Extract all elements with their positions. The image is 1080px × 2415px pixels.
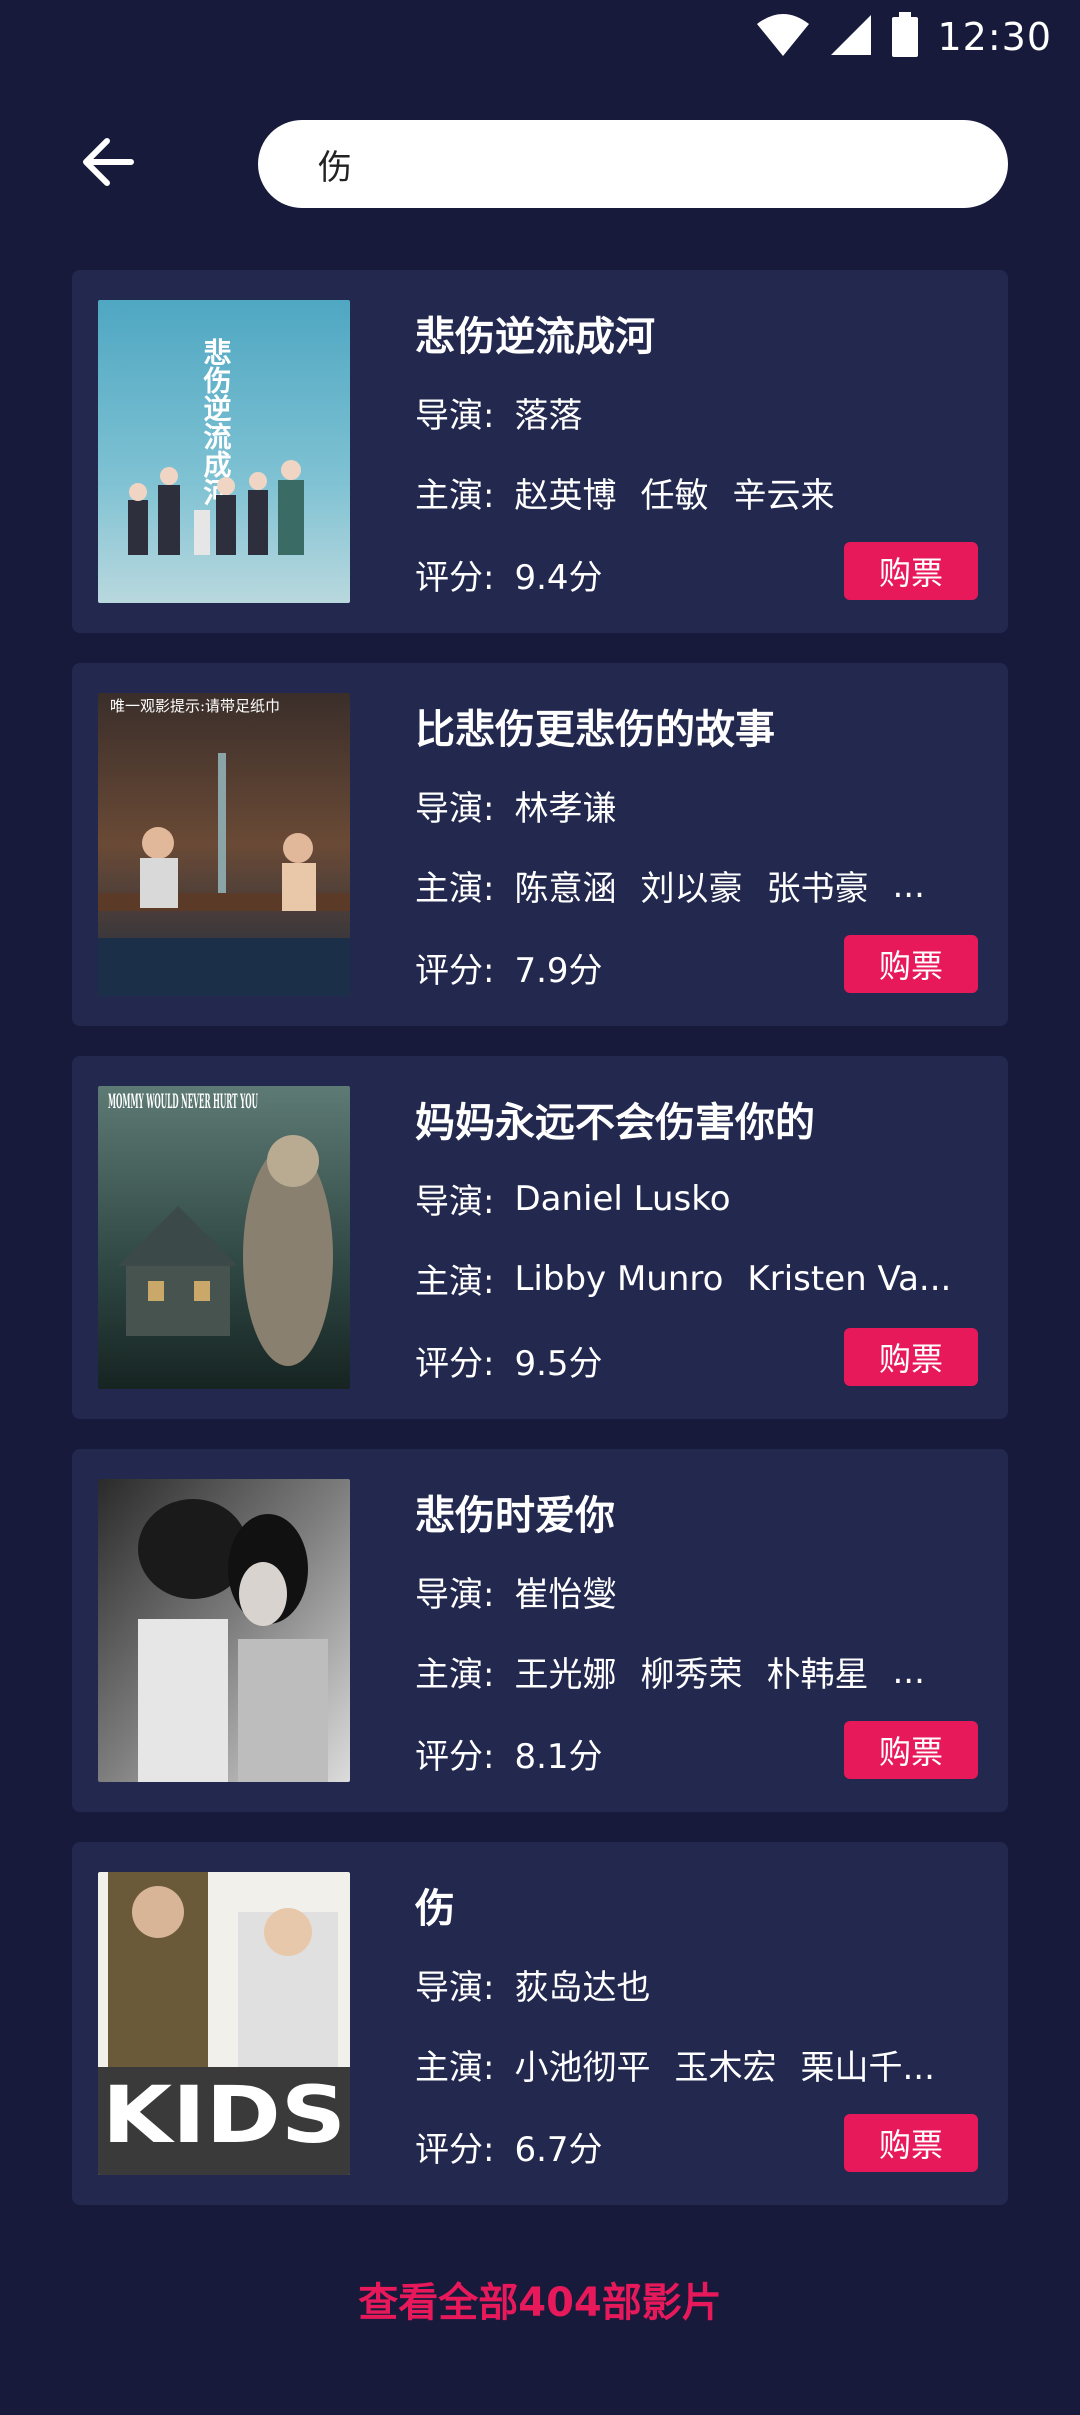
rating-row: 评分: 9.5分 (415, 1336, 603, 1385)
movie-poster[interactable]: 唯一观影提示:请带足纸巾 (98, 693, 350, 996)
director-row: 导演: 林孝谦 (415, 781, 616, 830)
actor-name: 朴韩星 (766, 1655, 869, 1695)
director-name: Daniel Lusko (514, 1178, 731, 1219)
director-row: 导演: 崔怡燮 (415, 1567, 616, 1616)
rating-label: 评分: (415, 558, 495, 598)
director-label: 导演: (415, 1182, 495, 1222)
poster-2-tagline: 唯一观影提示:请带足纸巾 (110, 697, 280, 715)
movie-poster[interactable] (98, 1479, 350, 1782)
rating-value: 8.1分 (514, 1737, 603, 1777)
cast-row: 主演: 小池彻平 玉木宏 栗山千... (415, 2040, 985, 2089)
movie-card[interactable]: 悲伤时爱你 导演: 崔怡燮 主演: 王光娜 柳秀荣 朴韩星 ... 评分: 8.… (72, 1449, 1008, 1812)
director-row: 导演: 落落 (415, 388, 582, 437)
director-row: 导演: Daniel Lusko (415, 1174, 731, 1223)
cast-row: 主演: Libby Munro Kristen Va... (415, 1254, 985, 1303)
actor-name: 刘以豪 (640, 869, 743, 909)
actor-name: 张书豪 (766, 869, 869, 909)
director-row: 导演: 荻岛达也 (415, 1960, 650, 2009)
header (0, 118, 1080, 210)
actor-name: 栗山千... (800, 2048, 935, 2088)
rating-row: 评分: 7.9分 (415, 943, 603, 992)
movie-card[interactable]: 悲伤逆流成河 悲伤逆流成河 导演: 落落 主演: 赵英博 任敏 辛云来 评分: … (72, 270, 1008, 633)
actor-name: 王光娜 (514, 1655, 617, 1695)
director-name: 崔怡燮 (514, 1575, 617, 1615)
rating-row: 评分: 9.4分 (415, 550, 603, 599)
cast-label: 主演: (415, 2048, 495, 2088)
cast-label: 主演: (415, 1655, 495, 1695)
movie-poster[interactable]: 悲伤逆流成河 (98, 300, 350, 603)
actor-name: 小池彻平 (514, 2048, 651, 2088)
director-name: 荻岛达也 (514, 1968, 651, 2008)
movie-list: 悲伤逆流成河 悲伤逆流成河 导演: 落落 主演: 赵英博 任敏 辛云来 评分: … (72, 270, 1008, 2235)
actor-name: 任敏 (640, 476, 709, 516)
rating-label: 评分: (415, 2130, 495, 2170)
actor-name: 柳秀荣 (640, 1655, 743, 1695)
movie-title[interactable]: 妈妈永远不会伤害你的 (415, 1090, 815, 1148)
actor-name: 玉木宏 (674, 2048, 777, 2088)
movie-title[interactable]: 悲伤时爱你 (415, 1483, 615, 1541)
back-button[interactable] (70, 134, 146, 194)
cast-more: ... (892, 865, 925, 906)
battery-icon (891, 12, 919, 62)
director-label: 导演: (415, 1575, 495, 1615)
cast-label: 主演: (415, 869, 495, 909)
cast-row: 主演: 王光娜 柳秀荣 朴韩星 ... (415, 1647, 985, 1696)
movie-title[interactable]: 比悲伤更悲伤的故事 (415, 697, 775, 755)
cast-label: 主演: (415, 476, 495, 516)
director-label: 导演: (415, 1968, 495, 2008)
movie-poster[interactable]: MOMMY WOULD NEVER HURT YOU (98, 1086, 350, 1389)
poster-5-title: KIDS (102, 2071, 346, 2161)
cast-row: 主演: 陈意涵 刘以豪 张书豪 ... (415, 861, 985, 910)
director-label: 导演: (415, 789, 495, 829)
status-icons: 12:30 (755, 0, 1080, 74)
rating-label: 评分: (415, 1344, 495, 1384)
signal-icon (829, 13, 873, 61)
buy-ticket-button[interactable]: 购票 (844, 2114, 978, 2172)
movie-card[interactable]: 唯一观影提示:请带足纸巾 比悲伤更悲伤的故事 导演: 林孝谦 主演: 陈意涵 刘… (72, 663, 1008, 1026)
director-name: 落落 (514, 396, 583, 436)
status-time: 12:30 (937, 15, 1052, 59)
view-all-movies-link[interactable]: 查看全部404部影片 (0, 2270, 1080, 2328)
movie-poster[interactable]: KIDS (98, 1872, 350, 2175)
search-input[interactable] (318, 144, 938, 184)
rating-value: 7.9分 (514, 951, 603, 991)
actor-name: 赵英博 (514, 476, 617, 516)
search-box[interactable] (258, 120, 1008, 208)
poster-3-title: MOMMY WOULD NEVER HURT YOU (108, 1089, 258, 1113)
buy-ticket-button[interactable]: 购票 (844, 542, 978, 600)
buy-ticket-button[interactable]: 购票 (844, 935, 978, 993)
rating-value: 6.7分 (514, 2130, 603, 2170)
cast-label: 主演: (415, 1262, 495, 1302)
cast-more: ... (892, 1651, 925, 1692)
rating-row: 评分: 6.7分 (415, 2122, 603, 2171)
movie-card[interactable]: KIDS 伤 导演: 荻岛达也 主演: 小池彻平 玉木宏 栗山千... 评分: … (72, 1842, 1008, 2205)
cast-row: 主演: 赵英博 任敏 辛云来 (415, 468, 985, 517)
status-bar: 12:30 (0, 0, 1080, 74)
movie-card[interactable]: MOMMY WOULD NEVER HURT YOU 妈妈永远不会伤害你的 导演… (72, 1056, 1008, 1419)
rating-value: 9.4分 (514, 558, 603, 598)
actor-name: Libby Munro (514, 1258, 724, 1299)
movie-title[interactable]: 伤 (415, 1876, 455, 1934)
arrow-left-icon (81, 137, 135, 191)
rating-value: 9.5分 (514, 1344, 603, 1384)
actor-name: Kristen Va... (747, 1258, 952, 1299)
wifi-icon (755, 12, 811, 62)
actor-name: 辛云来 (732, 476, 835, 516)
rating-label: 评分: (415, 951, 495, 991)
director-label: 导演: (415, 396, 495, 436)
buy-ticket-button[interactable]: 购票 (844, 1721, 978, 1779)
movie-title[interactable]: 悲伤逆流成河 (415, 304, 655, 362)
director-name: 林孝谦 (514, 789, 617, 829)
rating-label: 评分: (415, 1737, 495, 1777)
buy-ticket-button[interactable]: 购票 (844, 1328, 978, 1386)
rating-row: 评分: 8.1分 (415, 1729, 603, 1778)
actor-name: 陈意涵 (514, 869, 617, 909)
